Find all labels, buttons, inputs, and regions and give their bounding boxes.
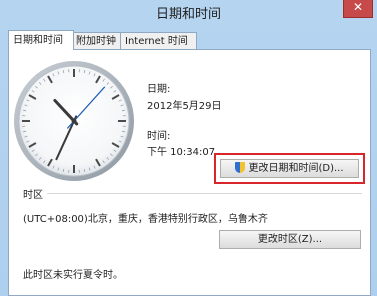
tab-date-time[interactable]: 日期和时间 bbox=[8, 30, 74, 50]
analog-clock bbox=[14, 61, 134, 181]
tab-additional-clocks[interactable]: 附加时钟 bbox=[71, 32, 123, 50]
uac-shield-icon bbox=[235, 162, 246, 173]
close-icon: ✕ bbox=[352, 0, 364, 14]
close-button[interactable]: ✕ bbox=[343, 0, 373, 18]
timezone-value: (UTC+08:00)北京，重庆，香港特别行政区，乌鲁木齐 bbox=[23, 214, 268, 225]
date-value: 2012年5月29日 bbox=[147, 101, 222, 112]
date-label: 日期: bbox=[147, 84, 171, 95]
change-date-time-button[interactable]: 更改日期和时间(D)... bbox=[220, 159, 359, 178]
section-divider bbox=[47, 193, 362, 194]
time-label: 时间: bbox=[147, 131, 171, 142]
clock-center bbox=[71, 118, 77, 124]
change-date-time-label: 更改日期和时间(D)... bbox=[248, 163, 344, 174]
tab-panel: 日期: 2012年5月29日 时间: 下午 10:34:07 更改日期和时间(D… bbox=[8, 49, 371, 296]
dst-note: 此时区未实行夏令时。 bbox=[23, 270, 123, 281]
change-timezone-button[interactable]: 更改时区(Z)... bbox=[219, 230, 361, 249]
timezone-section-label: 时区 bbox=[23, 190, 43, 201]
window-title: 日期和时间 bbox=[155, 7, 221, 22]
date-time-dialog: 日期和时间 ✕ 日期和时间 附加时钟 Internet 时间 日期: 2012年… bbox=[0, 0, 377, 296]
tab-internet-time[interactable]: Internet 时间 bbox=[120, 32, 197, 50]
time-value: 下午 10:34:07 bbox=[147, 147, 216, 158]
